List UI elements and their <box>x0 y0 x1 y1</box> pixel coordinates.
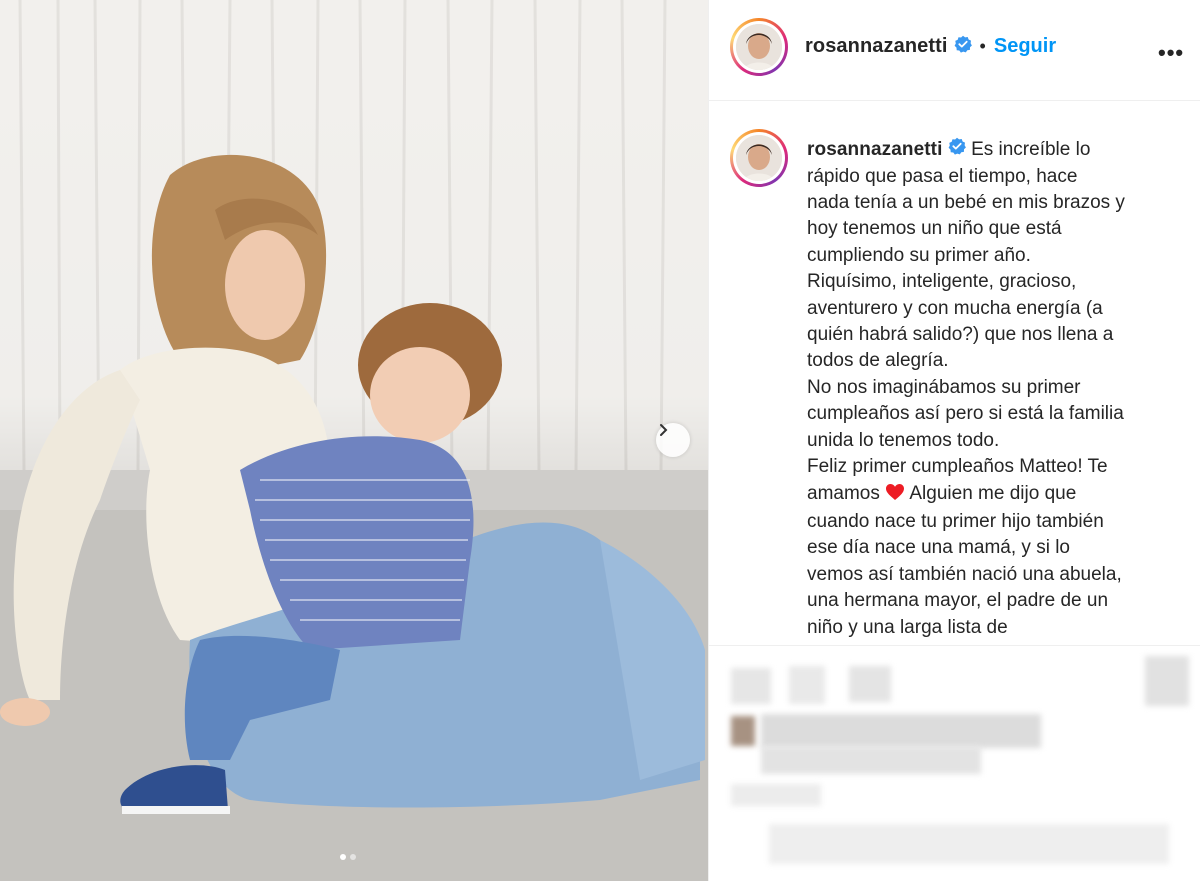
verified-badge-icon <box>948 137 966 163</box>
obscured-actions-area <box>709 645 1200 882</box>
photo-illustration <box>0 0 708 881</box>
obscured-avatar <box>731 716 755 746</box>
obscured-likes-text <box>761 746 981 774</box>
red-heart-icon <box>885 483 905 509</box>
caption-line: niño y una larga lista de <box>807 616 1008 638</box>
caption-line: No nos imaginábamos su primer <box>807 376 1081 398</box>
caption-line: Es increíble lo <box>971 139 1091 161</box>
caption-line: cumpliendo su primer año. <box>807 244 1031 266</box>
obscured-date <box>731 784 821 806</box>
dot-separator: • <box>979 36 986 56</box>
caption-line: aventurero y con mucha energía (a <box>807 297 1103 319</box>
avatar[interactable] <box>730 18 788 76</box>
obscured-like-icon <box>731 668 771 704</box>
carousel-dot <box>350 854 356 860</box>
caption-line: cuando nace tu primer hijo también <box>807 510 1104 532</box>
caption-line: cumpleaños así pero si está la familia <box>807 403 1124 425</box>
caption-line: rápido que pasa el tiempo, hace <box>807 165 1078 187</box>
caption-line: Riquísimo, inteligente, gracioso, <box>807 271 1077 293</box>
caption-text: rosannazanetti Es increíble lo rápido qu… <box>807 137 1167 641</box>
more-options-button[interactable]: ••• <box>1158 40 1184 66</box>
caption-line: vemos así también nació una abuela, <box>807 563 1122 585</box>
caption-avatar[interactable] <box>730 129 788 187</box>
avatar-photo <box>736 24 782 70</box>
obscured-comment-icon <box>789 666 825 704</box>
caption-line: todos de alegría. <box>807 350 949 372</box>
post-side-panel: rosannazanetti • Seguir ••• rosannazanet… <box>708 0 1200 881</box>
obscured-share-icon <box>849 666 891 702</box>
carousel-dot-active <box>340 854 346 860</box>
caption-username[interactable]: rosannazanetti <box>807 139 943 160</box>
chevron-right-icon <box>660 424 668 436</box>
follow-button[interactable]: Seguir <box>994 35 1056 58</box>
caption-line: una hermana mayor, el padre de un <box>807 590 1109 612</box>
carousel-indicator <box>340 854 356 860</box>
caption-line: amamos <box>807 482 880 504</box>
caption-line: ese día nace una mamá, y si lo <box>807 537 1070 559</box>
obscured-save-icon <box>1145 656 1189 706</box>
next-slide-button[interactable] <box>656 423 690 457</box>
caption-line: nada tenía a un bebé en mis brazos y <box>807 192 1125 214</box>
caption-line: quién habrá salido?) que nos llena a <box>807 324 1114 346</box>
post-header: rosannazanetti • Seguir ••• <box>709 0 1200 101</box>
header-username[interactable]: rosannazanetti <box>805 35 948 58</box>
caption-line: hoy tenemos un niño que está <box>807 218 1062 240</box>
caption-line: Alguien me dijo que <box>909 482 1077 504</box>
caption-line: unida lo tenemos todo. <box>807 429 1000 451</box>
obscured-comment-input <box>769 824 1169 864</box>
verified-badge-icon <box>954 35 972 58</box>
caption-section: rosannazanetti Es increíble lo rápido qu… <box>709 101 1200 644</box>
avatar-photo <box>736 135 782 181</box>
obscured-likes-text <box>761 714 1041 748</box>
caption-line: Feliz primer cumpleaños Matteo! Te <box>807 456 1108 478</box>
post-photo[interactable] <box>0 0 708 881</box>
